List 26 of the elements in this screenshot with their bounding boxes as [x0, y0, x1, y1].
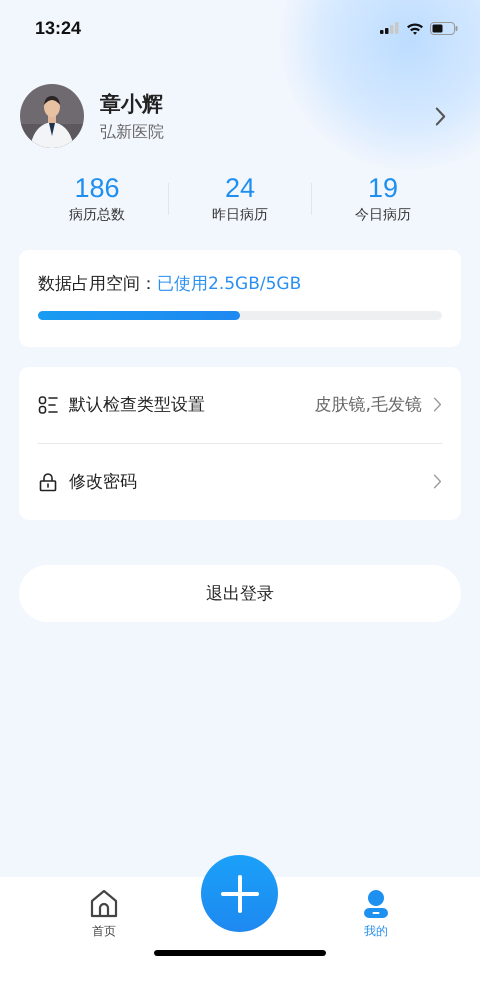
status-time: 13:24: [35, 18, 82, 38]
chevron-right-icon: [433, 474, 442, 490]
chevron-right-icon[interactable]: [435, 106, 446, 126]
battery-icon: [430, 22, 458, 34]
stat-value: 24: [224, 174, 256, 204]
storage-usage: 已使用2.5GB/5GB: [157, 272, 302, 295]
storage-label: 数据占用空间：: [38, 272, 157, 295]
lock-icon: [38, 472, 58, 492]
logout-button[interactable]: 退出登录: [19, 564, 461, 622]
tab[interactable]: 首页: [74, 877, 134, 940]
stat-label: 今日病历: [355, 206, 411, 224]
signal-icon: [380, 22, 400, 34]
hospital-name: 弘新医院: [100, 122, 165, 142]
setting-value: 皮肤镜,毛发镜: [314, 394, 422, 416]
list-icon: [38, 394, 58, 415]
stat-value: 19: [368, 174, 398, 204]
stat-value: 186: [74, 174, 120, 204]
stat-label: 病历总数: [69, 206, 125, 224]
wifi-icon: [406, 22, 424, 34]
doctor-name: 章小辉: [100, 90, 164, 118]
settings-row[interactable]: 默认检查类型设置 皮肤镜,毛发镜: [38, 366, 442, 443]
plus-icon: [220, 874, 260, 914]
home-icon: [88, 889, 119, 919]
settings-row[interactable]: 修改密码: [38, 444, 442, 520]
chevron-right-icon: [433, 397, 442, 412]
stat-label: 昨日病历: [212, 206, 268, 224]
